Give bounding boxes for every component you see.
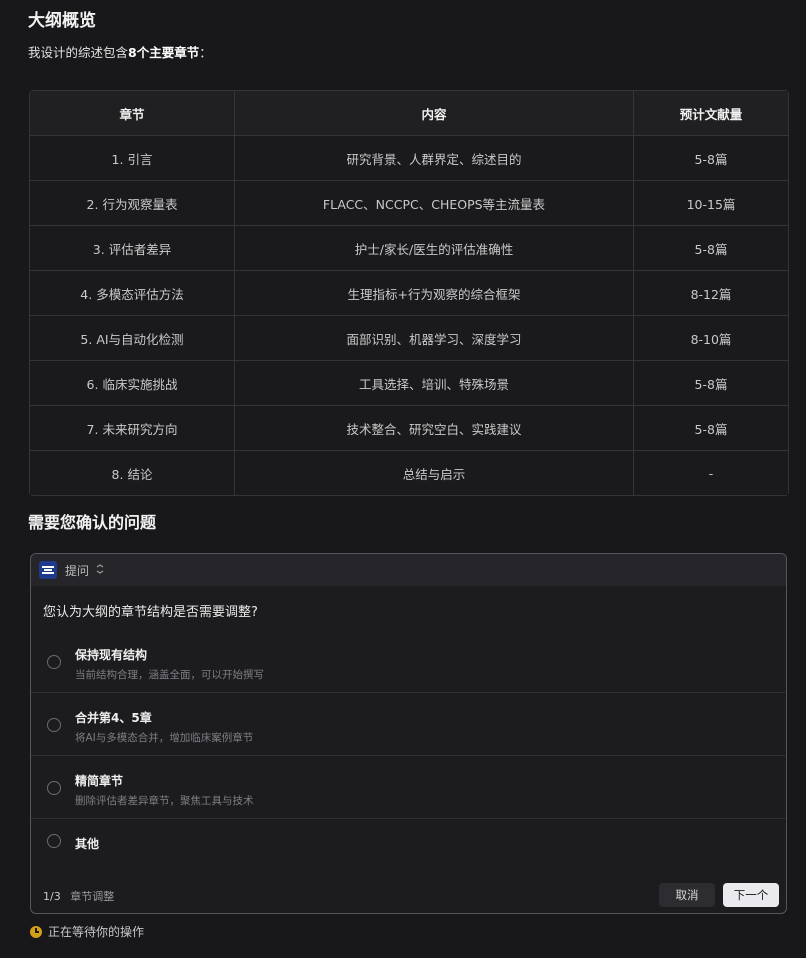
option-title: 保持现有结构 [75,648,148,662]
step-count: 1/3 [43,890,61,903]
references-cell: 5-8篇 [634,226,788,271]
content-cell: 技术整合、研究空白、实践建议 [235,406,634,451]
step-indicator: 1/3 章节调整 [43,888,114,904]
confirm-heading: 需要您确认的问题 [28,513,157,532]
status-text: 正在等待你的操作 [48,925,145,939]
radio-button[interactable] [47,834,61,848]
question-card-header[interactable]: 提问 [31,554,786,586]
option-keep-structure[interactable]: 保持现有结构 当前结构合理，涵盖全面，可以开始撰写 [31,630,786,693]
references-cell: 8-10篇 [634,316,788,361]
content-cell: 护士/家长/医生的评估准确性 [235,226,634,271]
table-row: 1. 引言 研究背景、人群界定、综述目的 5-8篇 [30,136,788,181]
content-cell: FLACC、NCCPC、CHEOPS等主流量表 [235,181,634,226]
references-cell: - [634,451,788,495]
intro-prefix: 我设计的综述包含 [28,45,129,60]
option-title: 其他 [75,837,100,851]
table-row: 7. 未来研究方向 技术整合、研究空白、实践建议 5-8篇 [30,406,788,451]
question-card-label: 提问 [65,563,90,578]
references-cell: 5-8篇 [634,361,788,406]
chapter-cell: 3. 评估者差异 [30,226,235,271]
outline-intro: 我设计的综述包含8个主要章节： [28,42,212,61]
references-cell: 5-8篇 [634,406,788,451]
option-title: 合并第4、5章 [75,711,152,725]
table-row: 6. 临床实施挑战 工具选择、培训、特殊场景 5-8篇 [30,361,788,406]
chapter-cell: 5. AI与自动化检测 [30,316,235,361]
assistant-logo-icon [39,561,57,579]
table-row: 8. 结论 总结与启示 - [30,451,788,495]
step-label: 章节调整 [70,890,115,903]
table-row: 2. 行为观察量表 FLACC、NCCPC、CHEOPS等主流量表 10-15篇 [30,181,788,226]
content-cell: 工具选择、培训、特殊场景 [235,361,634,406]
column-header-chapter: 章节 [30,91,235,136]
expand-collapse-icon[interactable] [96,563,104,577]
chapter-cell: 7. 未来研究方向 [30,406,235,451]
content-cell: 研究背景、人群界定、综述目的 [235,136,634,181]
cancel-button[interactable]: 取消 [659,883,715,907]
table-row: 5. AI与自动化检测 面部识别、机器学习、深度学习 8-10篇 [30,316,788,361]
option-title: 精简章节 [75,774,124,788]
status-bar: 正在等待你的操作 [30,923,144,940]
radio-button[interactable] [47,781,61,795]
intro-bold: 8个主要章节 [128,45,200,60]
option-subtitle: 删除评估者差异章节，聚焦工具与技术 [75,795,254,807]
references-cell: 8-12篇 [634,271,788,316]
content-cell: 生理指标+行为观察的综合框架 [235,271,634,316]
clock-icon [30,925,42,938]
outline-table: 章节 内容 预计文献量 1. 引言 研究背景、人群界定、综述目的 5-8篇 2.… [29,90,789,496]
next-button[interactable]: 下一个 [723,883,779,907]
question-card: 提问 您认为大纲的章节结构是否需要调整? 保持现有结构 当前结构合理，涵盖全面，… [30,553,787,914]
column-header-references: 预计文献量 [634,91,788,136]
content-cell: 面部识别、机器学习、深度学习 [235,316,634,361]
chapter-cell: 1. 引言 [30,136,235,181]
intro-suffix: ： [199,45,212,60]
radio-button[interactable] [47,718,61,732]
radio-button[interactable] [47,655,61,669]
chapter-cell: 4. 多模态评估方法 [30,271,235,316]
table-header-row: 章节 内容 预计文献量 [30,91,788,136]
references-cell: 10-15篇 [634,181,788,226]
table-row: 4. 多模态评估方法 生理指标+行为观察的综合框架 8-12篇 [30,271,788,316]
chapter-cell: 2. 行为观察量表 [30,181,235,226]
option-other[interactable]: 其他 [31,819,786,882]
table-row: 3. 评估者差异 护士/家长/医生的评估准确性 5-8篇 [30,226,788,271]
outline-heading: 大纲概览 [28,11,96,31]
option-merge-chapters[interactable]: 合并第4、5章 将AI与多模态合并，增加临床案例章节 [31,693,786,756]
chapter-cell: 8. 结论 [30,451,235,495]
references-cell: 5-8篇 [634,136,788,181]
option-simplify-chapters[interactable]: 精简章节 删除评估者差异章节，聚焦工具与技术 [31,756,786,819]
question-text: 您认为大纲的章节结构是否需要调整? [43,605,258,620]
content-cell: 总结与启示 [235,451,634,495]
option-subtitle: 当前结构合理，涵盖全面，可以开始撰写 [75,669,264,681]
chapter-cell: 6. 临床实施挑战 [30,361,235,406]
option-subtitle: 将AI与多模态合并，增加临床案例章节 [75,732,254,744]
column-header-content: 内容 [235,91,634,136]
